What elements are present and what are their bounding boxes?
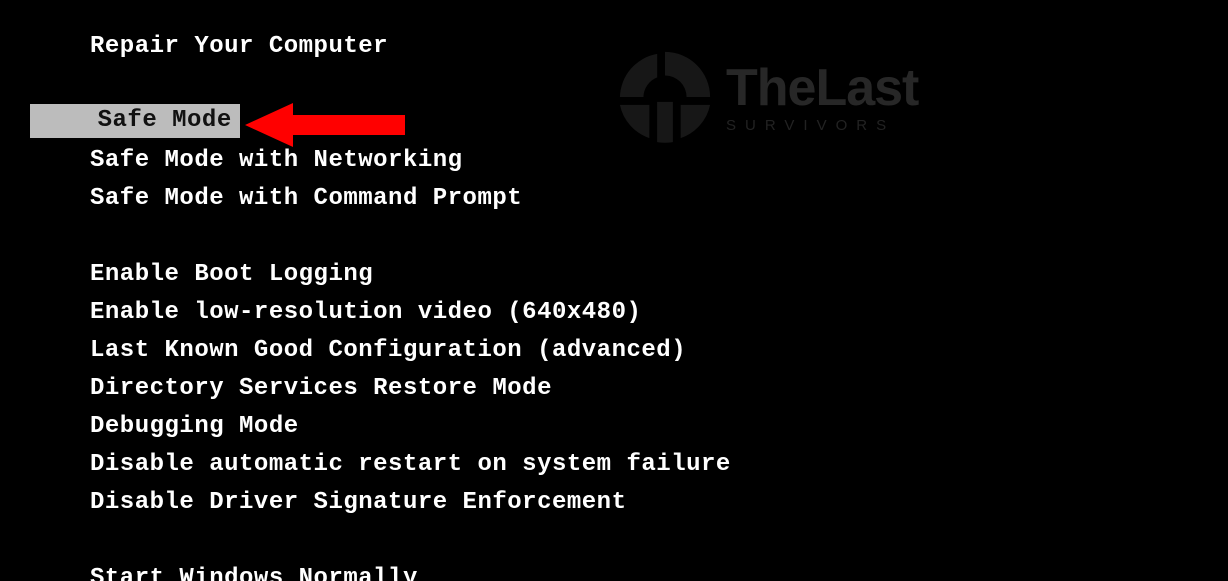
watermark-sub: SURVIVORS [726,118,918,133]
menu-item-boot-logging[interactable]: Enable Boot Logging [86,256,735,294]
menu-item-safe-mode[interactable]: Safe Mode [30,104,240,138]
menu-item-safe-mode-cmd[interactable]: Safe Mode with Command Prompt [86,180,735,218]
menu-item-debugging[interactable]: Debugging Mode [86,408,735,446]
menu-spacer [86,522,735,560]
menu-item-last-known-good[interactable]: Last Known Good Configuration (advanced) [86,332,735,370]
menu-item-start-normally[interactable]: Start Windows Normally [86,560,735,581]
menu-item-safe-mode-net[interactable]: Safe Mode with Networking [86,142,735,180]
watermark-brand: TheLast [726,62,918,114]
menu-item-dsrm[interactable]: Directory Services Restore Mode [86,370,735,408]
menu-spacer [86,218,735,256]
menu-spacer [86,66,735,104]
menu-item-low-res[interactable]: Enable low-resolution video (640x480) [86,294,735,332]
menu-item-disable-driver-sig[interactable]: Disable Driver Signature Enforcement [86,484,735,522]
menu-item-repair[interactable]: Repair Your Computer [86,28,735,66]
menu-item-disable-auto-restart[interactable]: Disable automatic restart on system fail… [86,446,735,484]
boot-options-menu: Repair Your Computer Safe Mode Safe Mode… [86,28,735,581]
